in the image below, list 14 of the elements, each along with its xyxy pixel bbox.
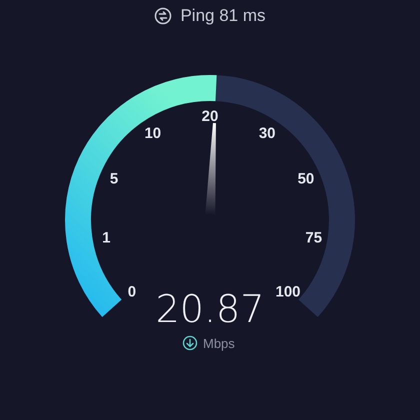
scale-label: 0 [128,283,136,300]
download-icon [182,336,198,350]
scale-label: 1 [102,229,110,246]
scale-label: 10 [144,124,162,142]
unit-label: Mbps [203,336,235,351]
scale-label: 20 [202,108,218,125]
scale-label: 30 [258,124,276,142]
scale-label: 5 [110,170,118,188]
speed-reading: 20.87 [156,287,264,331]
ping-text: Ping 81 ms [180,5,266,27]
scale-label: 75 [305,229,322,246]
ping-icon [154,6,172,25]
scale-label: 100 [276,283,301,300]
scale-label: 50 [298,170,314,188]
